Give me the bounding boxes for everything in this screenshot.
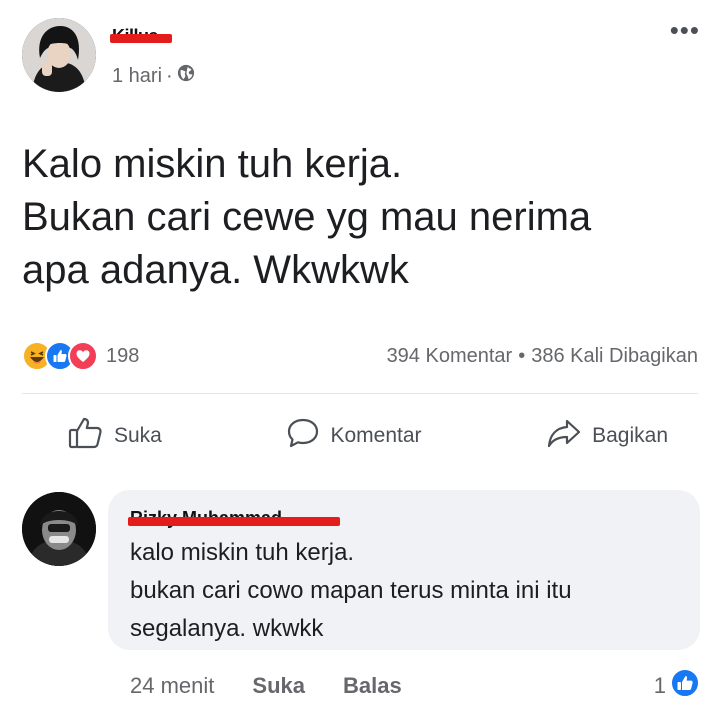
comment-button[interactable]: Komentar — [240, 417, 467, 455]
comment-text-line: bukan cari cowo mapan terus minta ini it… — [130, 577, 572, 604]
stats-right: 394 Komentar • 386 Kali Dibagikan — [387, 345, 698, 368]
share-button[interactable]: Bagikan — [500, 417, 698, 455]
like-button[interactable]: Suka — [22, 416, 208, 456]
love-icon — [68, 341, 98, 371]
comment-text: kalo miskin tuh kerja. bukan cari cowo m… — [130, 534, 678, 648]
share-arrow-icon — [546, 417, 582, 455]
post-text-line: Bukan cari cewe yg mau nerima — [22, 195, 592, 239]
share-count[interactable]: 386 Kali Dibagikan — [531, 345, 698, 368]
reaction-count[interactable]: 198 — [106, 345, 139, 368]
commenter-name-wrap[interactable]: Rizky Muhammad — [128, 508, 678, 534]
post-header: Killua 1 hari · ••• — [22, 17, 700, 98]
comment-count[interactable]: 394 Komentar — [387, 345, 513, 368]
post-stats: 198 394 Komentar • 386 Kali Dibagikan — [22, 338, 698, 374]
stats-dot: • — [518, 344, 526, 367]
comment-like-count: 1 — [653, 673, 666, 698]
share-label: Bagikan — [592, 424, 668, 447]
comment-reply-link[interactable]: Balas — [343, 673, 402, 699]
comment-footer: 24 menit Suka Balas 1 — [130, 668, 700, 704]
author-name-wrap[interactable]: Killua — [110, 26, 172, 50]
comment-text-line: kalo miskin tuh kerja. — [130, 539, 355, 566]
comment-reactions[interactable]: 1 — [654, 668, 700, 704]
post-time[interactable]: 1 hari — [112, 65, 162, 88]
like-icon — [670, 668, 700, 704]
commenter-avatar[interactable] — [22, 492, 96, 566]
comment-label: Komentar — [330, 424, 422, 447]
post-text-line: Kalo miskin tuh kerja. — [22, 142, 403, 186]
comment-bubble: Rizky Muhammad kalo miskin tuh kerja. bu… — [108, 490, 700, 650]
globe-icon — [177, 64, 195, 88]
post-text-line: apa adanya. Wkwkwk — [22, 248, 409, 292]
divider — [22, 393, 698, 394]
comment-text-line: segalanya. wkwkk — [130, 615, 324, 642]
author-avatar[interactable] — [22, 18, 96, 92]
thumbs-up-icon — [68, 416, 104, 456]
post-actions: Suka Komentar Bagikan — [22, 410, 698, 462]
redaction-bar — [110, 34, 172, 43]
redaction-bar — [128, 517, 340, 526]
like-label: Suka — [114, 424, 162, 447]
comment-like-link[interactable]: Suka — [252, 673, 305, 699]
meta-separator: · — [166, 64, 173, 87]
more-dots-icon[interactable]: ••• — [670, 17, 700, 43]
reaction-icons[interactable] — [22, 341, 98, 371]
post-text: Kalo miskin tuh kerja. Bukan cari cewe y… — [22, 138, 702, 297]
post-meta: 1 hari · — [112, 64, 195, 88]
comment-bubble-icon — [286, 417, 320, 455]
comment-time[interactable]: 24 menit — [130, 673, 214, 699]
